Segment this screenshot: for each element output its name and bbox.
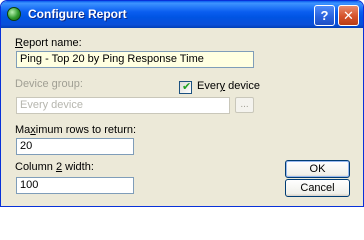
every-device-checkbox[interactable]: ✔ <box>179 81 192 94</box>
device-group-label: Device group: <box>15 78 83 90</box>
title-bar[interactable]: Configure Report ? ✕ <box>1 1 363 28</box>
max-rows-label: Maximum rows to return: <box>15 124 137 136</box>
dialog-body: Report name: Ping - Top 20 by Ping Respo… <box>1 28 363 206</box>
every-device-label[interactable]: Every device <box>197 80 260 92</box>
app-globe-icon <box>7 7 21 21</box>
window-title: Configure Report <box>28 7 127 21</box>
ok-button[interactable]: OK <box>285 160 350 178</box>
max-rows-input[interactable]: 20 <box>16 138 134 155</box>
checkmark-icon: ✔ <box>182 81 192 93</box>
report-name-input[interactable]: Ping - Top 20 by Ping Response Time <box>16 51 254 68</box>
cancel-button[interactable]: Cancel <box>285 179 350 197</box>
configure-report-dialog: Configure Report ? ✕ Report name: Ping -… <box>0 0 364 207</box>
column2-width-label: Column 2 width: <box>15 161 94 173</box>
device-group-input[interactable]: Every device <box>16 97 230 114</box>
close-button[interactable]: ✕ <box>338 5 359 26</box>
column2-width-input[interactable]: 100 <box>16 177 134 194</box>
device-group-browse-button[interactable]: ... <box>235 97 254 113</box>
help-button[interactable]: ? <box>314 5 335 26</box>
report-name-label: Report name: <box>15 37 82 49</box>
